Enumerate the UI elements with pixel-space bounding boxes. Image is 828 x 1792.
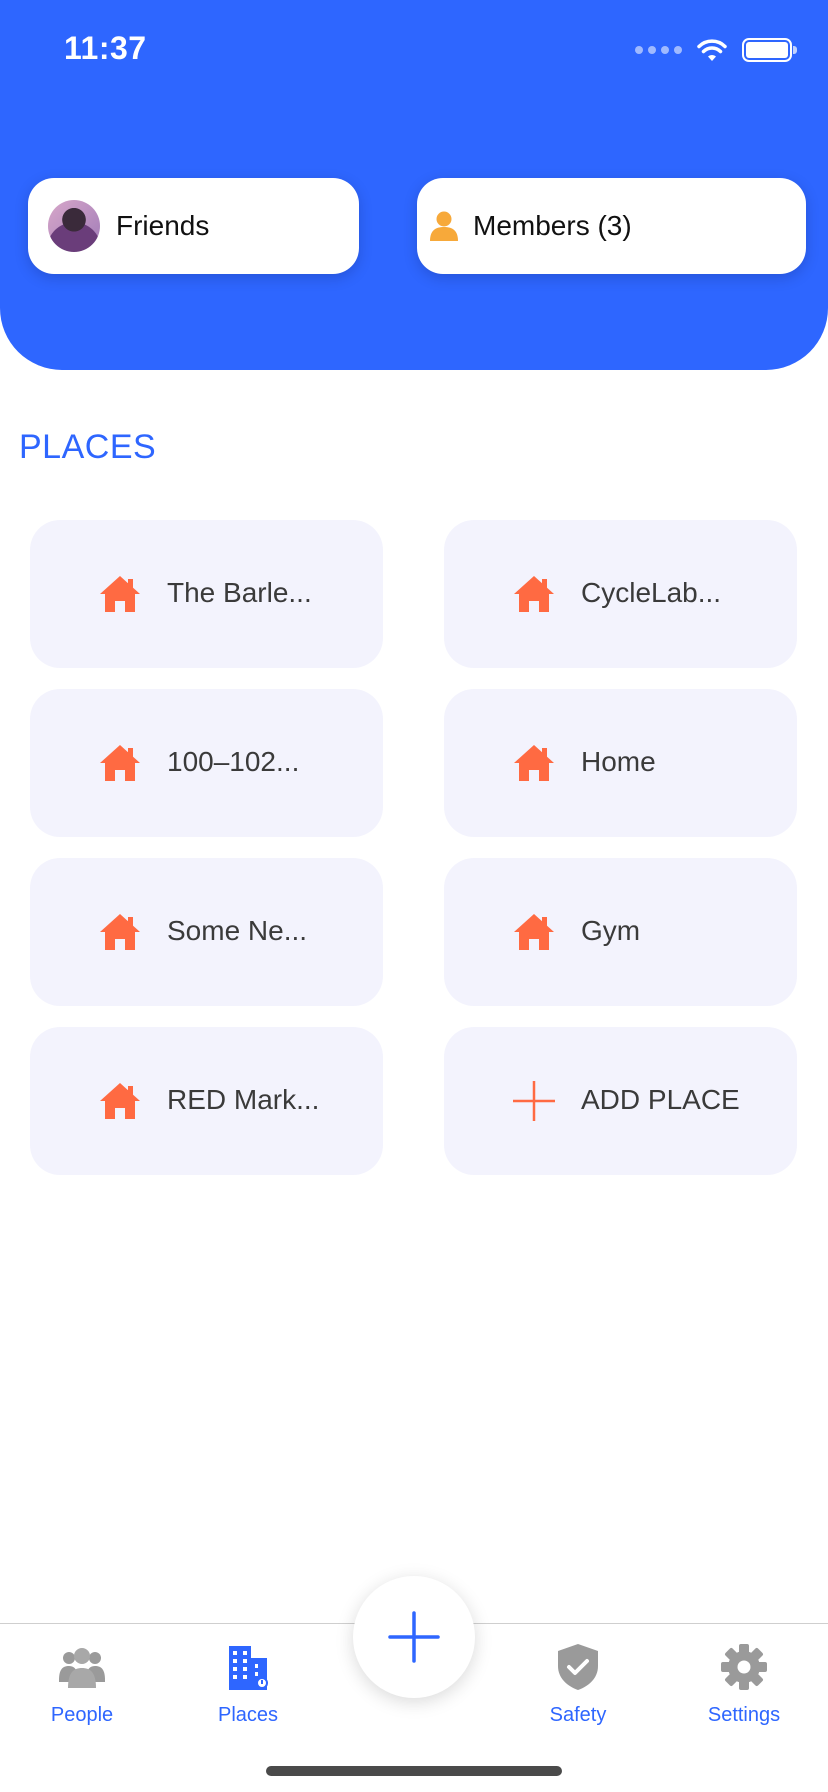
plus-icon — [388, 1611, 440, 1663]
place-card[interactable]: Gym — [444, 858, 797, 1006]
section-title-places: PLACES — [19, 428, 157, 466]
place-card[interactable]: Some Ne... — [30, 858, 383, 1006]
home-icon — [100, 745, 140, 781]
tab-settings[interactable]: Settings — [684, 1642, 804, 1727]
home-indicator[interactable] — [266, 1766, 562, 1776]
tab-people[interactable]: People — [22, 1642, 142, 1727]
members-button[interactable]: Members (3) — [417, 178, 806, 274]
members-label: Members (3) — [473, 210, 632, 241]
place-label: CycleLab... — [581, 577, 722, 608]
place-label: The Barle... — [167, 577, 312, 608]
add-place-label: ADD PLACE — [581, 1084, 740, 1115]
tab-safety[interactable]: Safety — [518, 1642, 638, 1727]
tab-label: Places — [217, 1704, 279, 1726]
place-label: Home — [581, 746, 656, 777]
home-icon — [100, 576, 140, 612]
home-icon — [100, 1083, 140, 1119]
cellular-signal-icon — [635, 46, 682, 54]
tab-label: Settings — [707, 1704, 781, 1726]
home-icon — [514, 914, 554, 950]
people-icon — [59, 1648, 105, 1688]
friends-label: Friends — [116, 210, 210, 241]
place-card[interactable]: The Barle... — [30, 520, 383, 668]
home-icon — [100, 914, 140, 950]
shield-icon — [558, 1644, 598, 1690]
header-banner: 11:37 Friends Members (3) — [0, 0, 828, 370]
add-button[interactable] — [353, 1576, 475, 1698]
place-card[interactable]: 100–102... — [30, 689, 383, 837]
home-icon — [514, 576, 554, 612]
tab-label: Safety — [549, 1704, 607, 1726]
status-time: 11:37 — [64, 30, 147, 66]
person-icon — [430, 211, 458, 241]
battery-icon — [742, 38, 797, 62]
place-card[interactable]: CycleLab... — [444, 520, 797, 668]
status-icons — [635, 36, 797, 64]
home-icon — [514, 745, 554, 781]
plus-icon — [513, 1081, 555, 1121]
place-card[interactable]: RED Mark... — [30, 1027, 383, 1175]
friends-button[interactable]: Friends — [28, 178, 359, 274]
place-label: RED Mark... — [167, 1084, 320, 1115]
tab-label: People — [50, 1704, 114, 1726]
building-icon — [229, 1646, 268, 1690]
place-label: 100–102... — [167, 746, 300, 777]
tab-places[interactable]: Places — [188, 1642, 308, 1727]
gear-icon — [721, 1644, 767, 1690]
place-label: Gym — [581, 915, 641, 946]
place-label: Some Ne... — [167, 915, 308, 946]
wifi-icon — [697, 39, 727, 61]
avatar — [48, 200, 100, 252]
place-card[interactable]: Home — [444, 689, 797, 837]
add-place-button[interactable]: ADD PLACE — [444, 1027, 797, 1175]
